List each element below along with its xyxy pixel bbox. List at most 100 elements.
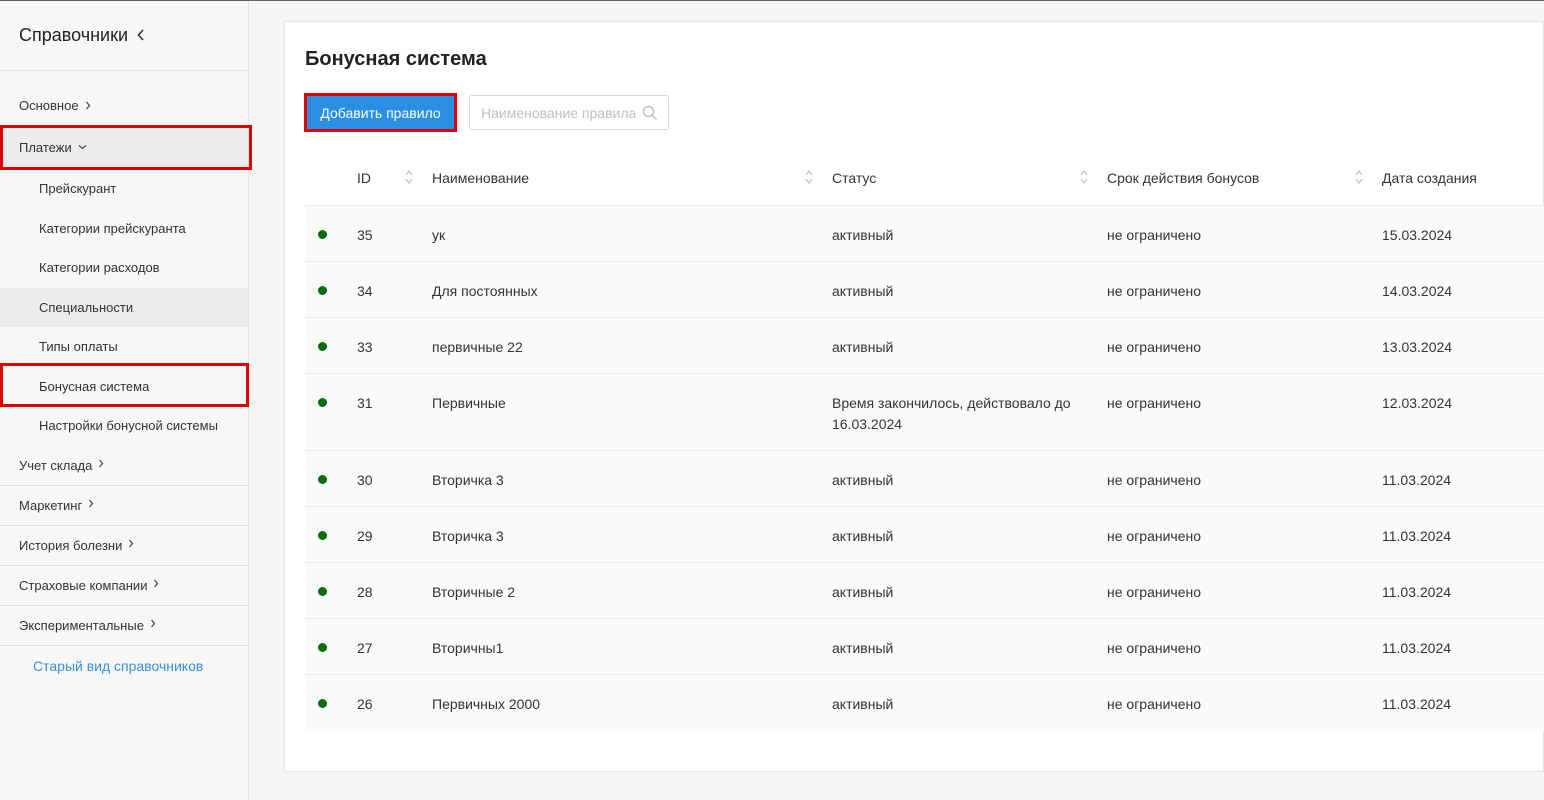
cell-name: Для постоянных xyxy=(432,283,538,299)
sidebar-item-label: Прейскурант xyxy=(39,181,117,197)
status-dot xyxy=(318,587,327,596)
sidebar-item-label: Бонусная система xyxy=(39,378,150,394)
chevron-right-icon xyxy=(150,619,156,631)
table-row[interactable]: 31 Первичные Время закончилось, действов… xyxy=(305,374,1544,451)
status-dot xyxy=(318,342,327,351)
search-input[interactable] xyxy=(481,104,636,121)
cell-name: Первичных 2000 xyxy=(432,696,541,712)
table-row[interactable]: 27 Вторичны1 активный не ограничено 11.0… xyxy=(305,619,1544,675)
cell-term: не ограничено xyxy=(1107,584,1202,600)
sidebar-item-expense-categories[interactable]: Категории расходов xyxy=(0,248,248,288)
sort-icon[interactable] xyxy=(404,168,414,186)
sidebar-item-label: Учет склада xyxy=(19,457,93,473)
search-icon[interactable] xyxy=(642,105,658,121)
status-dot xyxy=(318,230,327,239)
payments-submenu: Прейскурант Категории прейскуранта Катег… xyxy=(0,169,248,446)
cell-id: 33 xyxy=(357,339,373,355)
chevron-right-icon xyxy=(85,98,91,113)
table-row[interactable]: 35 ук активный не ограничено 15.03.2024 xyxy=(305,206,1544,262)
cell-term: не ограничено xyxy=(1107,528,1202,544)
cell-date: 11.03.2024 xyxy=(1382,696,1452,712)
cell-status: Время закончилось, действовало до 16.03.… xyxy=(832,395,1071,432)
sort-icon[interactable] xyxy=(1079,168,1089,186)
sidebar-item-label: Категории прейскуранта xyxy=(39,220,186,236)
cell-term: не ограничено xyxy=(1107,395,1202,411)
sidebar-item-label: Экспериментальные xyxy=(19,617,144,633)
chevron-right-icon xyxy=(128,539,134,551)
cell-name: Вторичны1 xyxy=(432,640,504,656)
sidebar-item-marketing[interactable]: Маркетинг xyxy=(0,486,248,526)
sidebar-header: Справочники xyxy=(0,1,248,71)
sort-icon[interactable] xyxy=(804,168,814,186)
table-row[interactable]: 29 Вторичка 3 активный не ограничено 11.… xyxy=(305,507,1544,563)
cell-id: 34 xyxy=(357,283,373,299)
sort-icon[interactable] xyxy=(1354,168,1364,186)
cell-status: активный xyxy=(832,584,894,600)
cell-id: 29 xyxy=(357,528,373,544)
chevron-down-icon xyxy=(78,142,87,153)
cell-status: активный xyxy=(832,472,894,488)
cell-date: 11.03.2024 xyxy=(1382,584,1452,600)
cell-id: 26 xyxy=(357,696,373,712)
sidebar-item-bonus-system[interactable]: Бонусная система xyxy=(0,367,248,407)
sidebar-title: Справочники xyxy=(19,25,129,45)
sidebar-item-medical-history[interactable]: История болезни xyxy=(0,526,248,566)
cell-status: активный xyxy=(832,696,894,712)
sidebar-item-payments[interactable]: Платежи xyxy=(0,126,248,169)
chevron-right-icon xyxy=(88,499,94,511)
cell-term: не ограничено xyxy=(1107,283,1202,299)
chevron-right-icon xyxy=(98,459,104,471)
cell-status: активный xyxy=(832,640,894,656)
sidebar-item-main[interactable]: Основное xyxy=(0,71,248,126)
status-dot xyxy=(318,475,327,484)
sidebar-item-pricelist-categories[interactable]: Категории прейскуранта xyxy=(0,209,248,249)
column-header-id: ID xyxy=(357,170,371,186)
status-dot xyxy=(318,286,327,295)
sidebar-item-label: Основное xyxy=(19,98,79,113)
sidebar-item-bonus-settings[interactable]: Настройки бонусной системы xyxy=(0,406,248,446)
sidebar-item-label: История болезни xyxy=(19,537,123,553)
sidebar-item-label: Категории расходов xyxy=(39,260,160,276)
cell-name: ук xyxy=(432,227,446,243)
sidebar-item-specialties[interactable]: Специальности xyxy=(0,287,248,327)
cell-date: 13.03.2024 xyxy=(1382,339,1453,355)
cell-term: не ограничено xyxy=(1107,472,1202,488)
table-row[interactable]: 34 Для постоянных активный не ограничено… xyxy=(305,262,1544,318)
cell-term: не ограничено xyxy=(1107,227,1202,243)
highlight-add-rule xyxy=(304,93,457,132)
sidebar-item-pricelist[interactable]: Прейскурант xyxy=(0,169,248,209)
cell-term: не ограничено xyxy=(1107,640,1202,656)
cell-name: Вторичка 3 xyxy=(432,528,504,544)
cell-id: 31 xyxy=(357,395,373,411)
cell-id: 30 xyxy=(357,472,373,488)
cell-date: 11.03.2024 xyxy=(1382,640,1452,656)
sidebar-item-experimental[interactable]: Экспериментальные xyxy=(0,606,248,646)
search-box xyxy=(469,95,669,130)
sidebar-item-insurance[interactable]: Страховые компании xyxy=(0,566,248,606)
column-header-date: Дата создания xyxy=(1382,170,1477,186)
cell-date: 14.03.2024 xyxy=(1382,283,1453,299)
sidebar-item-warehouse[interactable]: Учет склада xyxy=(0,446,248,486)
cell-status: активный xyxy=(832,227,894,243)
collapse-sidebar-icon[interactable] xyxy=(137,28,145,44)
cell-name: Вторичка 3 xyxy=(432,472,504,488)
sidebar-item-payment-types[interactable]: Типы оплаты xyxy=(0,327,248,367)
rules-table: ID Наименование Статус Срок действия бон… xyxy=(305,151,1544,731)
table-row[interactable]: 28 Вторичные 2 активный не ограничено 11… xyxy=(305,563,1544,619)
table-row[interactable]: 26 Первичных 2000 активный не ограничено… xyxy=(305,675,1544,731)
chevron-right-icon xyxy=(153,579,159,591)
old-view-link[interactable]: Старый вид справочников xyxy=(0,646,248,674)
content-panel: Бонусная система Добавить правило ID Наи… xyxy=(284,21,1544,772)
cell-id: 35 xyxy=(357,227,373,243)
table-header: ID Наименование Статус Срок действия бон… xyxy=(305,151,1544,206)
table-row[interactable]: 33 первичные 22 активный не ограничено 1… xyxy=(305,318,1544,374)
column-header-term: Срок действия бонусов xyxy=(1107,170,1260,186)
table-row[interactable]: 30 Вторичка 3 активный не ограничено 11.… xyxy=(305,451,1544,507)
page-title: Бонусная система xyxy=(305,48,487,70)
cell-date: 15.03.2024 xyxy=(1382,227,1453,243)
cell-id: 28 xyxy=(357,584,373,600)
sidebar-item-label: Платежи xyxy=(19,140,72,155)
cell-term: не ограничено xyxy=(1107,696,1202,712)
sidebar-item-label: Страховые компании xyxy=(19,577,148,593)
cell-name: Первичные xyxy=(432,395,506,411)
